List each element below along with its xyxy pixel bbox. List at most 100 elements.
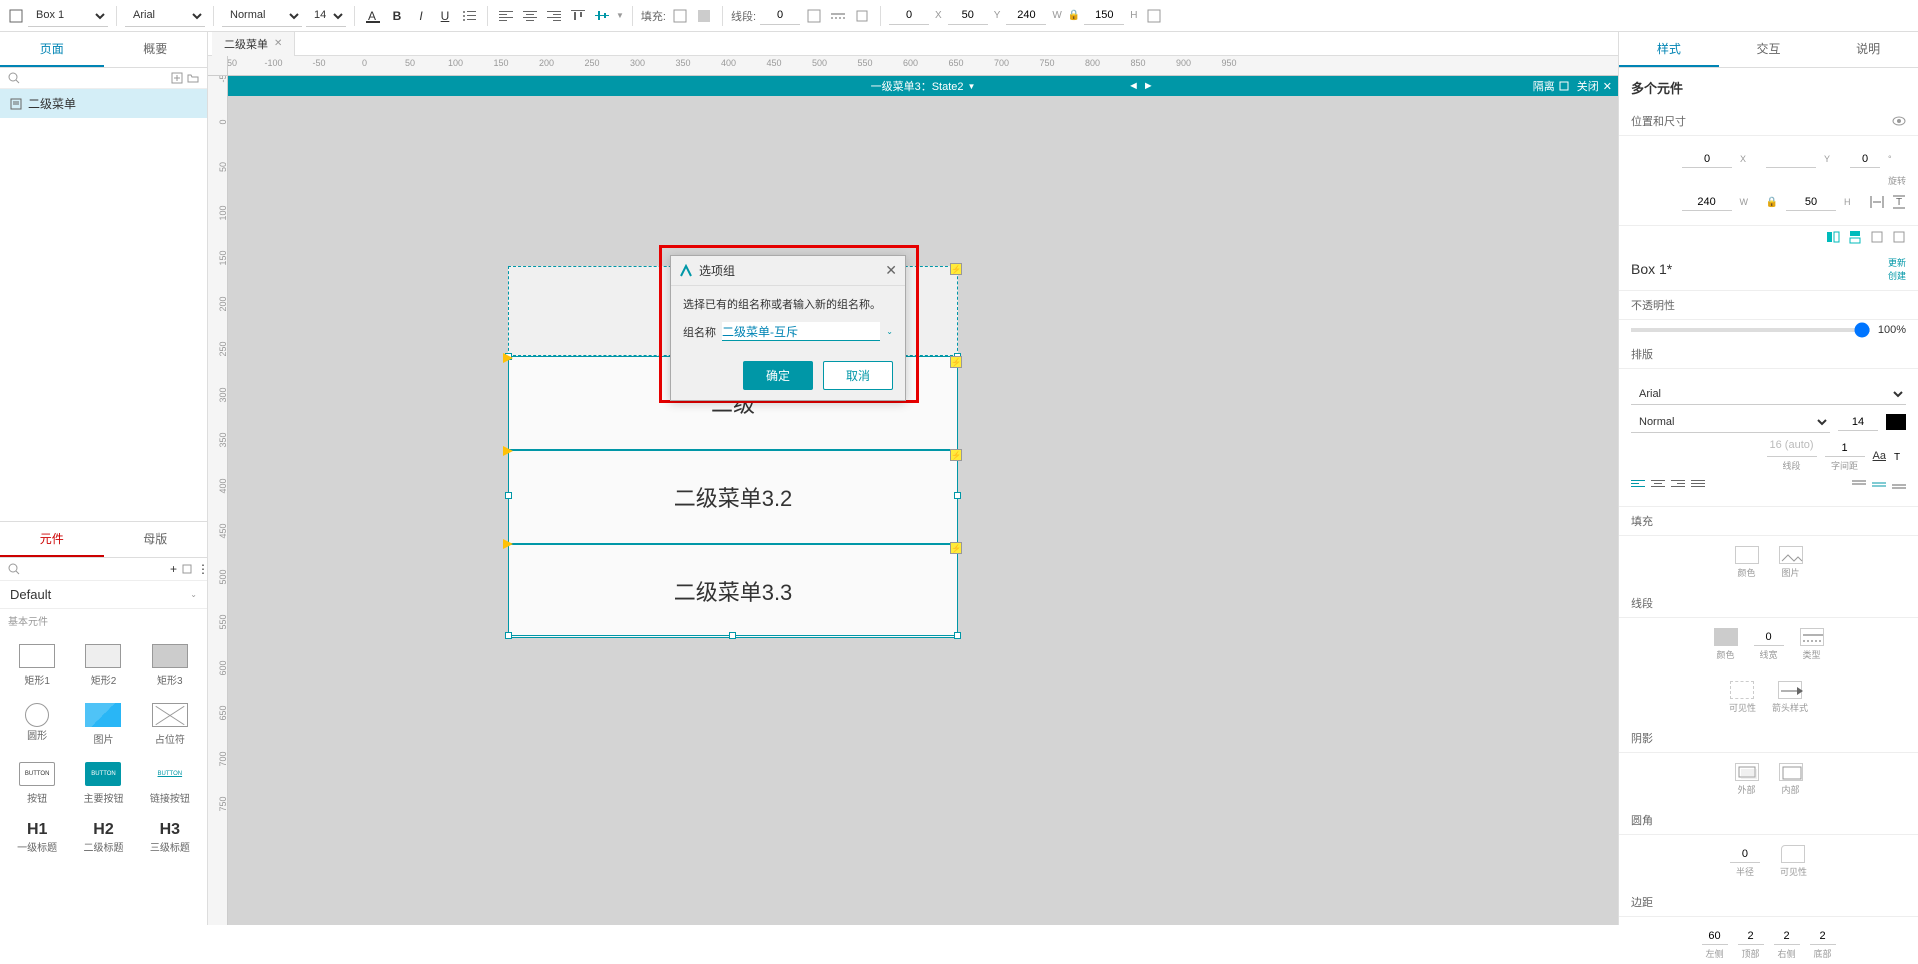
font-weight-select[interactable]: Normal [222, 5, 302, 27]
more-type-icon[interactable]: T [1894, 450, 1906, 462]
outline-tab[interactable]: 概要 [104, 32, 208, 67]
stroke-style-button[interactable] [828, 6, 848, 26]
flip-v-icon[interactable] [1848, 230, 1862, 244]
connector-point[interactable] [503, 539, 513, 549]
padding-section[interactable]: 边距 [1619, 888, 1918, 917]
bold-button[interactable]: B [387, 6, 407, 26]
widget-name-select[interactable]: Box 1 [28, 5, 108, 27]
font-weight-select-right[interactable]: Normal [1631, 411, 1830, 433]
pad-left-input[interactable] [1702, 927, 1728, 945]
lock-aspect-icon[interactable]: 🔒 [1068, 10, 1080, 21]
rotation-input[interactable] [1850, 150, 1880, 168]
interaction-badge[interactable]: ⚡ [950, 356, 962, 368]
letter-spacing-input[interactable] [1825, 439, 1865, 457]
stroke-corner-button[interactable] [852, 6, 872, 26]
valign-middle-icon[interactable] [1872, 480, 1886, 490]
text-align-right-icon[interactable] [1671, 478, 1685, 492]
page-tree-item[interactable]: 二级菜单 [0, 89, 207, 118]
valign-top-icon[interactable] [1852, 480, 1866, 490]
canvas-tab[interactable]: 二级菜单 ✕ [212, 32, 295, 56]
y-input[interactable] [1766, 150, 1816, 168]
italic-button[interactable]: I [411, 6, 431, 26]
text-align-left-icon[interactable] [1631, 478, 1645, 492]
widget-image[interactable]: 图片 [70, 695, 136, 754]
font-color-right[interactable] [1886, 414, 1906, 430]
stroke-width-input[interactable] [760, 7, 800, 25]
valign-bottom-icon[interactable] [1892, 480, 1906, 490]
font-size-input-right[interactable] [1838, 413, 1878, 431]
library-select[interactable]: Default ⌄ [0, 581, 207, 609]
corner-radius-input[interactable] [1730, 845, 1760, 863]
close-tab-icon[interactable]: ✕ [274, 38, 282, 49]
stroke-visible-swatch[interactable] [1730, 681, 1754, 699]
lock-aspect-icon[interactable]: 🔒 [1766, 197, 1778, 208]
group-dropdown-icon[interactable]: ⌄ [886, 327, 893, 336]
close-state-button[interactable]: 关闭 ✕ [1577, 78, 1612, 94]
cancel-button[interactable]: 取消 [823, 361, 893, 390]
widget-button[interactable]: BUTTON按钮 [4, 754, 70, 813]
fill-more-button[interactable] [694, 6, 714, 26]
stroke-width-input-right[interactable] [1754, 628, 1784, 646]
align-v-icon[interactable] [1870, 230, 1884, 244]
underline-button[interactable]: U [435, 6, 455, 26]
widget-h1[interactable]: H1一级标题 [4, 813, 70, 862]
create-style-link[interactable]: 创建 [1888, 269, 1906, 282]
font-case-icon[interactable]: Aa [1873, 450, 1886, 462]
style-tab[interactable]: 样式 [1619, 32, 1719, 67]
pad-top-input[interactable] [1738, 927, 1764, 945]
opacity-section[interactable]: 不透明性 [1619, 291, 1918, 320]
w-input[interactable] [1682, 193, 1732, 211]
interaction-badge[interactable]: ⚡ [950, 542, 962, 554]
widget-h3[interactable]: H3三级标题 [137, 813, 203, 862]
connector-point[interactable] [503, 446, 513, 456]
shadow-inner-swatch[interactable] [1779, 763, 1803, 781]
valign-middle-button[interactable] [592, 6, 612, 26]
style-name[interactable]: Box 1* [1631, 261, 1672, 277]
typography-section[interactable]: 排版 [1619, 340, 1918, 369]
autosize-button[interactable] [1144, 6, 1164, 26]
stroke-type-swatch[interactable] [1800, 628, 1824, 646]
vertical-ruler[interactable]: -500501001502002503003504004505005506006… [208, 76, 228, 925]
horizontal-ruler[interactable]: -150-100-5005010015020025030035040045050… [228, 56, 1618, 76]
update-style-link[interactable]: 更新 [1888, 256, 1906, 269]
flip-h-icon[interactable] [1826, 230, 1840, 244]
widget-placeholder[interactable]: 占位符 [137, 695, 203, 754]
connector-point[interactable] [503, 353, 513, 363]
corner-section[interactable]: 圆角 [1619, 806, 1918, 835]
align-left-button[interactable] [496, 6, 516, 26]
bullet-list-button[interactable] [459, 6, 479, 26]
widget-rect3[interactable]: 矩形3 [137, 636, 203, 695]
fill-color-button[interactable] [670, 6, 690, 26]
pos-x-input[interactable] [889, 7, 929, 25]
font-family-select[interactable]: Arial [125, 5, 205, 27]
opacity-slider[interactable] [1631, 328, 1870, 332]
state-label[interactable]: 一级菜单3：State2 [871, 78, 964, 94]
add-library-icon[interactable]: + [170, 562, 177, 576]
fill-section[interactable]: 填充 [1619, 507, 1918, 536]
widget-circle[interactable]: 圆形 [4, 695, 70, 754]
masters-tab[interactable]: 母版 [104, 522, 208, 557]
align-right-button[interactable] [544, 6, 564, 26]
notes-tab[interactable]: 说明 [1818, 32, 1918, 67]
interaction-badge[interactable]: ⚡ [950, 449, 962, 461]
position-size-section[interactable]: 位置和尺寸 [1619, 107, 1918, 136]
height-input[interactable] [1084, 7, 1124, 25]
shadow-section[interactable]: 阴影 [1619, 724, 1918, 753]
pad-bottom-input[interactable] [1810, 927, 1836, 945]
widget-primary-button[interactable]: BUTTON主要按钮 [70, 754, 136, 813]
canvas-workspace[interactable]: ◄ ► 一级菜单3：State2 ▼ 隔离 关闭 ✕ 一级 二级 二级菜单3.2… [228, 76, 1618, 925]
interaction-badge[interactable]: ⚡ [950, 263, 962, 275]
text-align-justify-icon[interactable] [1691, 478, 1705, 492]
stroke-color-button[interactable] [804, 6, 824, 26]
stroke-section[interactable]: 线段 [1619, 589, 1918, 618]
font-size-select[interactable]: 14 [306, 5, 346, 27]
corner-visible-swatch[interactable] [1781, 845, 1805, 863]
line-height-input[interactable]: 16 (auto) [1767, 439, 1817, 457]
next-state-icon[interactable]: ► [1143, 80, 1154, 92]
menu-item-2[interactable]: 二级菜单3.2 [508, 450, 958, 544]
isolate-button[interactable]: 隔离 [1533, 78, 1569, 94]
pages-search-input[interactable] [24, 72, 167, 84]
ok-button[interactable]: 确定 [743, 361, 813, 390]
add-page-icon[interactable] [171, 72, 183, 84]
eye-icon[interactable] [1892, 116, 1906, 126]
